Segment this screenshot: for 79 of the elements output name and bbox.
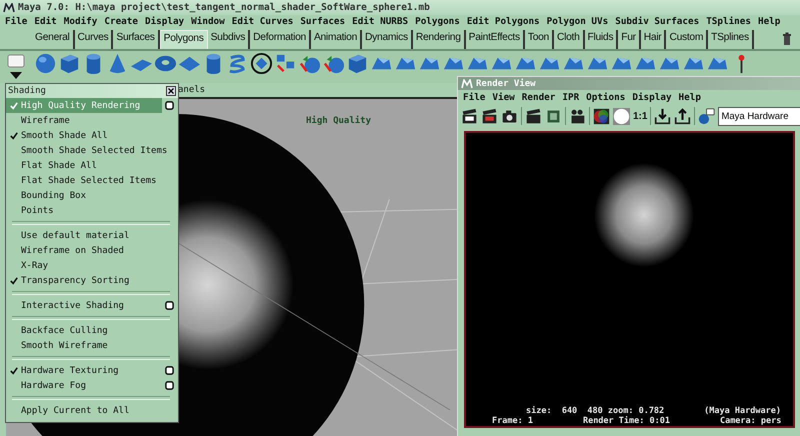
shelf-tab[interactable]: PaintEffects (466, 30, 525, 49)
close-icon[interactable] (166, 86, 176, 96)
image-size-text: size: 640 480 zoom: 0.782 (526, 406, 664, 416)
trash-icon[interactable] (782, 32, 792, 46)
menu-item[interactable]: Create (104, 16, 138, 27)
shelf-tab[interactable]: Subdivs (208, 30, 250, 49)
window-title: Render View (476, 78, 536, 88)
circled-mesh-icon[interactable] (250, 52, 273, 75)
option-box-icon[interactable] (165, 366, 174, 375)
menu-item[interactable]: Hardware Texturing (6, 363, 162, 378)
menu-item[interactable]: Interactive Shading (6, 298, 162, 313)
menu-item[interactable]: Surfaces (300, 16, 346, 27)
option-box-icon[interactable] (165, 301, 174, 310)
shelf-tab[interactable]: TSplines (708, 30, 754, 49)
menu-item[interactable]: View (492, 92, 515, 102)
film-frame-icon[interactable] (545, 108, 562, 124)
upload-icon[interactable] (674, 108, 692, 124)
renderer-text: (Maya Hardware) (704, 406, 781, 416)
menu-item[interactable]: Apply Current to All (6, 403, 162, 418)
menu-item[interactable]: IPR (562, 92, 580, 102)
window-title: Maya 7.0: H:\maya project\test_tangent_normal_shader_SoftWare_sphere1.mb (18, 2, 430, 13)
menu-item[interactable]: Flat Shade All (6, 158, 162, 173)
menu-item[interactable]: File (5, 16, 28, 27)
render-time-text: Render Time: 0:01 (582, 416, 670, 426)
shelf-tab[interactable]: Fluids (584, 30, 618, 49)
menu-item[interactable]: Backface Culling (6, 323, 162, 338)
menu-item[interactable]: Bounding Box (6, 188, 162, 203)
app-icon (3, 2, 15, 12)
shelf-tab[interactable]: Polygons (160, 30, 208, 49)
menu-item[interactable]: Modify (64, 16, 98, 27)
menu-item[interactable]: Window (191, 16, 225, 27)
menu-item[interactable]: Points (6, 203, 162, 218)
color-channels-icon[interactable] (593, 108, 610, 124)
menu-item[interactable]: Help (758, 16, 780, 27)
menu-item[interactable]: Polygon UVs (546, 16, 608, 27)
menu-item[interactable]: Flat Shade Selected Items (6, 173, 162, 188)
menu-item[interactable]: Smooth Shade All (6, 128, 162, 143)
menu-item[interactable]: Wireframe on Shaded (6, 243, 162, 258)
menu-item[interactable]: Edit (34, 16, 57, 27)
menu-item[interactable]: Edit Curves (232, 16, 294, 27)
renderer-dropdown[interactable]: Maya Hardware (718, 106, 800, 126)
menu-item[interactable]: Polygons (415, 16, 460, 27)
frame-text: Frame: 1 (492, 416, 533, 426)
option-box-icon[interactable] (165, 381, 174, 390)
menu-item[interactable]: Smooth Wireframe (6, 338, 162, 353)
menu-item[interactable]: Display (144, 16, 184, 27)
download-icon[interactable] (654, 108, 672, 124)
app-icon (461, 78, 473, 88)
menu-title: Shading (8, 86, 46, 96)
cube-icon[interactable] (346, 52, 369, 75)
menu-item[interactable]: Transparency Sorting (6, 273, 162, 288)
cube-icon[interactable] (58, 52, 81, 75)
menu-item[interactable]: Subdiv Surfaces (615, 16, 700, 27)
menu-item[interactable]: X-Ray (6, 258, 162, 273)
menu-item[interactable]: File (463, 92, 486, 102)
menu-item[interactable]: Edit NURBS (352, 16, 408, 27)
menu-item[interactable]: Help (678, 92, 701, 102)
camera-icon[interactable] (501, 108, 518, 124)
panels-menu[interactable]: anels (178, 85, 206, 95)
menu-item[interactable]: Display (632, 92, 672, 102)
menu-item[interactable]: Options (586, 92, 626, 102)
sphere-icon[interactable] (34, 52, 57, 75)
sphere-bubble-icon[interactable] (698, 108, 716, 124)
viewport-label: High Quality (306, 116, 372, 126)
ratio-button[interactable]: 1:1 (633, 110, 648, 122)
menu-item[interactable]: Edit Polygons (466, 16, 540, 27)
clapperboard-icon[interactable] (481, 108, 498, 124)
menu-item[interactable]: Use default material (6, 228, 162, 243)
clapperboard-icon[interactable] (461, 108, 478, 124)
shelf-tab[interactable]: Curves (74, 30, 114, 49)
film-reels-icon[interactable] (569, 108, 586, 124)
menu-item[interactable]: TSplines (706, 16, 751, 27)
camera-text: Camera: pers (720, 416, 782, 426)
option-box-icon[interactable] (165, 101, 174, 110)
menu-item[interactable]: Hardware Fog (6, 378, 162, 393)
menu-item[interactable]: Smooth Shade Selected Items (6, 143, 168, 158)
menu-item[interactable]: Render (522, 92, 556, 102)
clapperboard-icon[interactable] (525, 108, 542, 124)
menu-item[interactable]: Wireframe (6, 113, 162, 128)
